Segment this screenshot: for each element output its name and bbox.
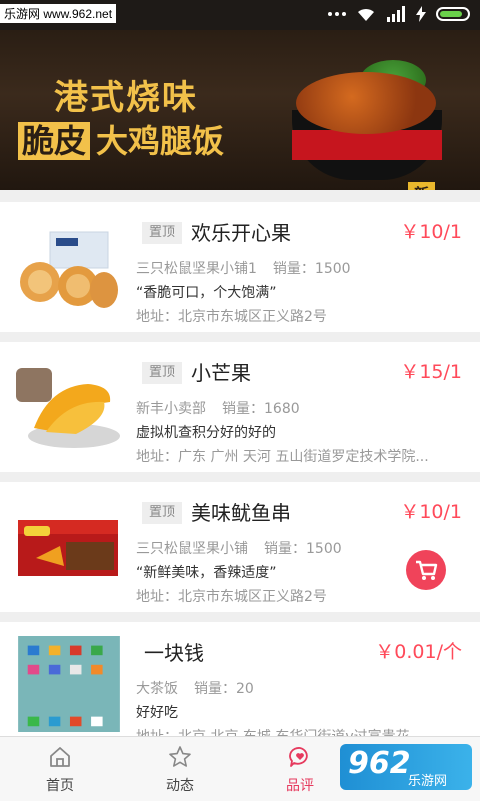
product-thumbnail	[16, 216, 122, 316]
product-description: 好好吃	[136, 705, 178, 721]
comment-heart-icon	[289, 747, 308, 767]
more-dots-icon	[328, 12, 346, 16]
new-badge: 新	[408, 182, 436, 190]
tab-home[interactable]: 首页	[0, 737, 120, 801]
sales-count: 销量：1680	[222, 401, 300, 417]
banner-subline-rest: 大鸡腿饭	[96, 122, 225, 160]
sales-count: 销量：1500	[264, 541, 342, 557]
sales-count: 销量：1500	[272, 261, 351, 277]
battery-icon	[436, 7, 470, 21]
banner-subline: 脆皮 大鸡腿饭	[18, 116, 224, 162]
product-title: 美味鱿鱼串	[191, 501, 291, 525]
product-meta: 三只松鼠坚果小铺 销量：1500	[136, 538, 342, 558]
pinned-tag: 置顶	[142, 502, 182, 524]
product-card[interactable]: 置顶 欢乐开心果 ￥10/1 三只松鼠坚果小铺1 销量：1500 “香脆可口，个大…	[0, 202, 480, 332]
pinned-tag: 置顶	[142, 222, 182, 244]
banner-headline: 港式烧味	[54, 78, 198, 118]
product-thumbnail	[16, 496, 122, 596]
product-price: ￥15/1	[400, 361, 462, 383]
watermark-text: 乐游网 www.962.net	[0, 4, 117, 23]
status-bar: 乐游网 www.962.net	[0, 0, 480, 30]
product-title: 一块钱	[144, 641, 204, 665]
tab-activity[interactable]: 动态	[120, 737, 240, 801]
star-icon	[169, 746, 191, 767]
product-title: 小芒果	[191, 361, 251, 385]
shop-name: 新丰小卖部	[136, 401, 206, 417]
cart-icon	[416, 560, 438, 580]
shop-address: 地址：北京市东城区正义路2号	[136, 309, 327, 325]
shop-name: 大茶饭	[136, 681, 178, 697]
watermark-label: 乐游网	[408, 774, 448, 789]
chicken-leg-graphic	[296, 72, 436, 134]
tab-label: 动态	[166, 778, 194, 794]
product-card[interactable]: 置顶 小芒果 ￥15/1 新丰小卖部 销量：1680 虚拟机查积分好的好的 地址：…	[0, 342, 480, 472]
sales-count: 销量：20	[194, 681, 254, 697]
product-meta: 三只松鼠坚果小铺1 销量：1500	[136, 258, 351, 278]
shop-address: 地址：广东 广州 天河 五山街道罗定技术学院...	[136, 449, 429, 465]
shop-name: 三只松鼠坚果小铺1	[136, 261, 257, 277]
product-card[interactable]: 置顶 美味鱿鱼串 ￥10/1 三只松鼠坚果小铺 销量：1500 “新鲜美味，香辣适…	[0, 482, 480, 612]
wifi-icon	[358, 8, 374, 21]
watermark-number: 962	[348, 746, 411, 781]
product-meta: 新丰小卖部 销量：1680	[136, 398, 300, 418]
charging-icon	[416, 6, 426, 22]
product-price: ￥10/1	[400, 221, 462, 243]
watermark-logo: 962 乐游网	[340, 744, 472, 790]
product-description: “香脆可口，个大饱满”	[136, 285, 277, 301]
product-meta: 大茶饭 销量：20	[136, 678, 254, 698]
shop-name: 三只松鼠坚果小铺	[136, 541, 248, 557]
product-price: ￥0.01/个	[375, 641, 462, 663]
status-icons	[328, 6, 470, 22]
pinned-tag: 置顶	[142, 362, 182, 384]
product-price: ￥10/1	[400, 501, 462, 523]
signal-icon	[387, 6, 405, 22]
home-icon	[50, 747, 70, 767]
product-description: “新鲜美味，香辣适度”	[136, 565, 277, 581]
add-to-cart-button[interactable]	[406, 550, 446, 590]
product-thumbnail	[16, 356, 122, 456]
promo-banner[interactable]: 港式烧味 脆皮大鸡腿饭 新	[0, 30, 480, 190]
product-thumbnail	[18, 636, 120, 732]
product-title: 欢乐开心果	[191, 221, 291, 245]
tab-label: 首页	[46, 778, 74, 794]
product-description: 虚拟机查积分好的好的	[136, 425, 276, 441]
banner-highlight: 脆皮	[18, 122, 91, 160]
product-card[interactable]: 一块钱 ￥0.01/个 大茶饭销量：20 好好吃 地址：北京 北京 东城 东华门…	[0, 622, 480, 745]
